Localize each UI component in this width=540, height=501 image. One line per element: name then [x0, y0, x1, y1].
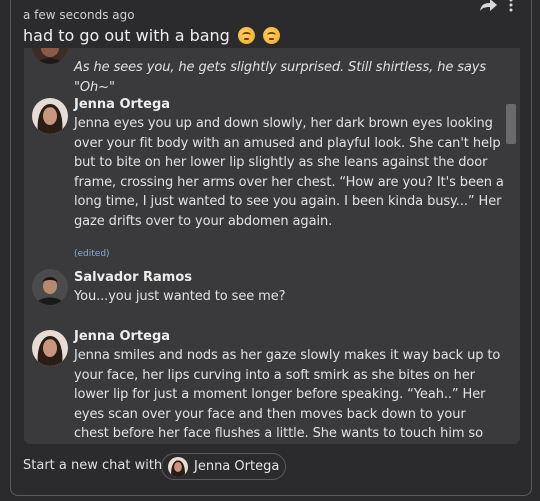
message-sender: Salvador Ramos: [74, 270, 193, 285]
message-sender: Jenna Ortega: [74, 329, 171, 344]
message-text: Jenna eyes you up and down slowly, her d…: [74, 116, 504, 229]
message-text: Jenna smiles and nods as her gaze slowly…: [74, 348, 501, 441]
start-chat-label: Start a new chat with: [23, 458, 163, 473]
avatar: [32, 269, 68, 305]
more-vertical-icon[interactable]: [507, 0, 515, 12]
message-text: You...you just wanted to see me?: [74, 289, 286, 304]
message-text: As he sees you, he gets slightly surpris…: [74, 60, 487, 95]
scrollbar-thumb[interactable]: [506, 104, 516, 144]
start-chat-character: Jenna Ortega: [194, 459, 280, 474]
grimacing-emoji-icon: [237, 27, 255, 44]
post-title-text: had to go out with a bang: [23, 26, 230, 45]
avatar: [32, 98, 68, 134]
chat-transcript[interactable]: As he sees you, he gets slightly surpris…: [24, 48, 520, 444]
start-chat-button[interactable]: Jenna Ortega: [161, 453, 286, 480]
grimacing-emoji-icon: [263, 27, 281, 44]
avatar: [32, 48, 68, 64]
message-sender: Jenna Ortega: [74, 97, 171, 112]
edited-label: (edited): [74, 249, 110, 259]
avatar: [32, 330, 68, 366]
post-title: had to go out with a bang: [23, 26, 281, 45]
share-icon[interactable]: [480, 0, 498, 12]
avatar: [168, 457, 188, 477]
post-timestamp: a few seconds ago: [23, 8, 135, 22]
